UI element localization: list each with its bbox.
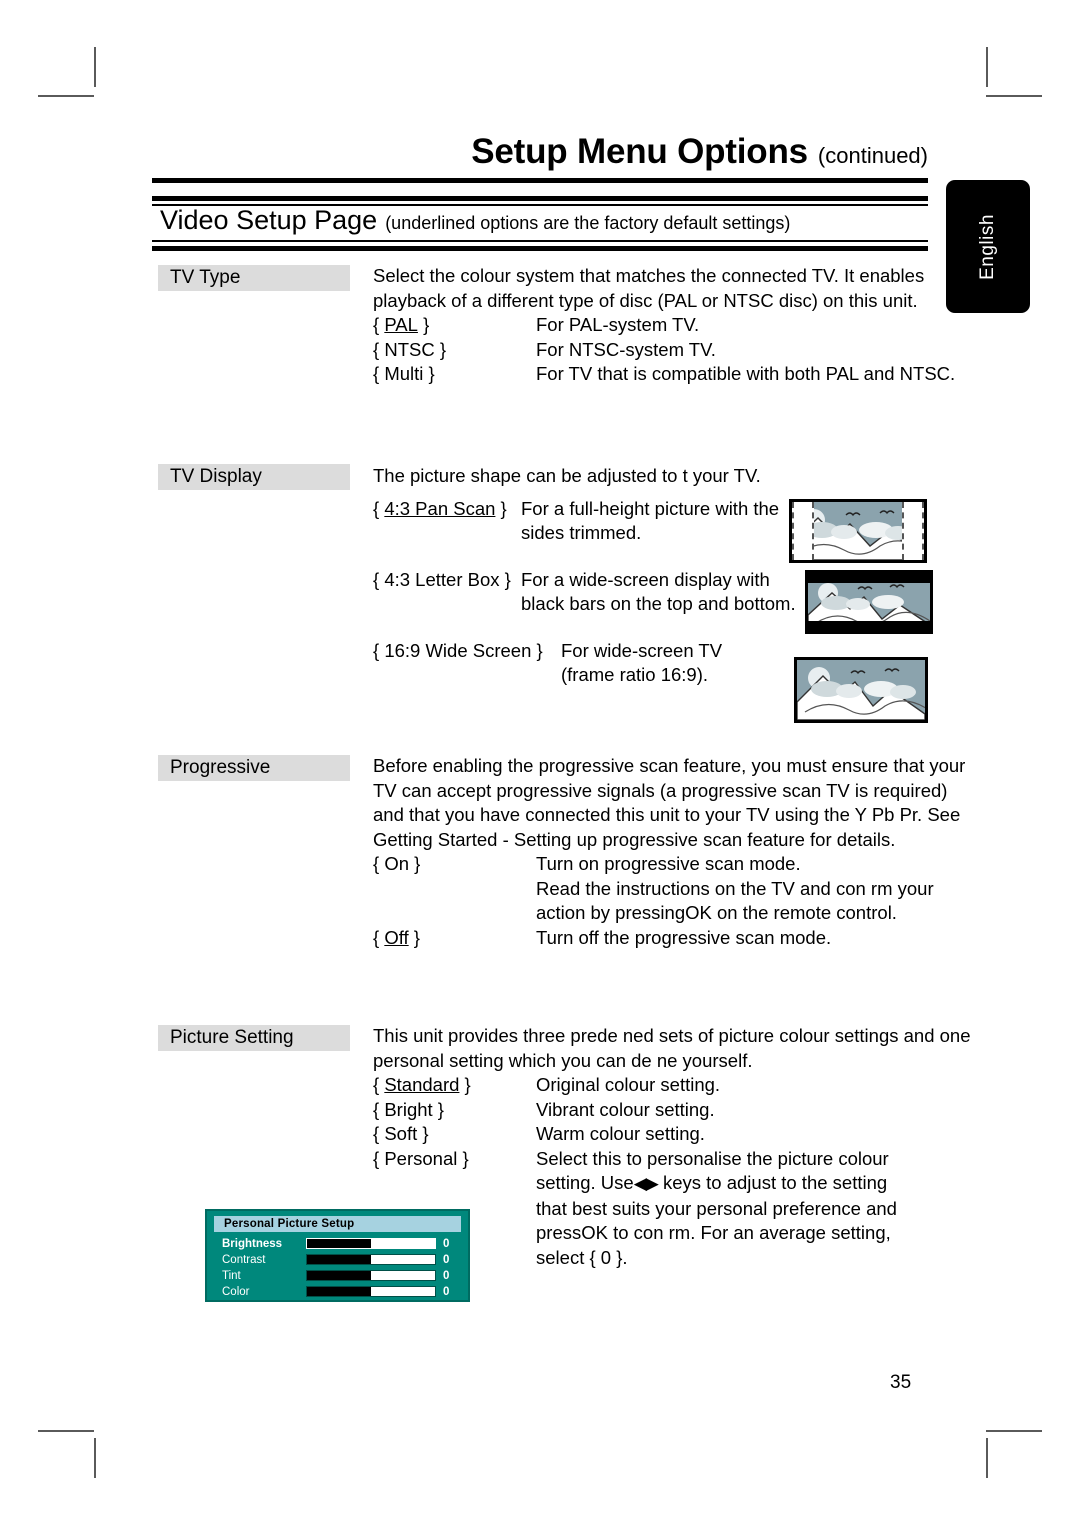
option-desc-soft: Warm colour setting. [536, 1123, 705, 1144]
personal-line-3: pressOK to con rm. For an average settin… [536, 1222, 891, 1243]
osd-row-tint[interactable]: Tint 0 [214, 1268, 461, 1283]
option-desc-standard: Original colour setting. [536, 1074, 721, 1095]
option-key-bright: { Bright } [373, 1098, 444, 1120]
crop-mark-bottom-right-vertical [986, 1438, 988, 1478]
option-desc-personal: Select this to personalise the picture c… [536, 1147, 889, 1169]
osd-slider-brightness[interactable] [306, 1238, 436, 1249]
option-row-bright: { Bright } Vibrant colour setting. [373, 1098, 973, 1123]
language-tab-label: English [977, 213, 998, 280]
personal-picture-setup-osd: Personal Picture Setup Brightness 0 Cont… [205, 1209, 470, 1302]
crop-mark-bottom-right-horizontal [986, 1430, 1042, 1432]
option-key-letter-box: { 4:3 Letter Box } [373, 568, 511, 590]
option-key-ntsc: { NTSC } [373, 338, 447, 360]
personal-line-1: setting. Use◀▶ keys to adjust to the set… [536, 1172, 888, 1193]
option-desc-off: Turn off the progressive scan mode. [536, 926, 832, 948]
personal-line-4: select { 0 }. [536, 1246, 628, 1268]
band-rule-bottom-thick [152, 246, 928, 251]
option-row-on: { On } Turn on progressive scan mode. [373, 852, 973, 877]
band-title-text: Video Setup Page [160, 205, 378, 235]
page-title-continued: (continued) [817, 143, 928, 168]
section-band-title: Video Setup Page (underlined options are … [160, 205, 790, 236]
crop-mark-bottom-left-horizontal [38, 1430, 94, 1432]
option-key-on: { On } [373, 853, 421, 874]
pan-scan-right-trim-marker [901, 502, 924, 560]
option-key-pal: { PAL } [373, 314, 430, 335]
osd-row-brightness[interactable]: Brightness 0 [214, 1236, 461, 1251]
osd-value-color: 0 [443, 1285, 450, 1298]
pan-scan-left-trim-marker [792, 502, 815, 560]
crop-mark-top-right-vertical [986, 47, 988, 87]
option-key-standard: { Standard } [373, 1074, 471, 1095]
osd-row-color[interactable]: Color 0 [214, 1284, 461, 1299]
option-desc-letter-box: For a wide-screen display with black bar… [521, 568, 796, 615]
tv-thumbnail-letter-box [805, 570, 933, 634]
progressive-intro: Before enabling the progressive scan fea… [373, 755, 966, 850]
crop-mark-bottom-left-vertical [94, 1438, 96, 1478]
option-desc-ntsc: For NTSC-system TV. [536, 338, 716, 360]
option-row-soft: { Soft } Warm colour setting. [373, 1122, 973, 1147]
progressive-on-extra: Read the instructions on the TV and con … [536, 877, 934, 924]
option-desc-bright: Vibrant colour setting. [536, 1098, 715, 1120]
title-rule [152, 178, 928, 183]
osd-slider-contrast[interactable] [306, 1254, 436, 1265]
crop-mark-top-right-horizontal [986, 95, 1042, 97]
option-desc-multi: For TV that is compatible with both PAL … [536, 363, 956, 384]
wide-screen-scene [797, 660, 925, 720]
option-row-personal: { Personal } Select this to personalise … [373, 1147, 973, 1172]
landscape-scene-icon [797, 660, 925, 720]
band-rule-top-thick [152, 196, 928, 201]
section-body-tv-type: Select the colour system that matches th… [373, 264, 973, 387]
option-key-wide-screen: { 16:9 Wide Screen } [373, 639, 543, 661]
osd-value-brightness: 0 [443, 1237, 450, 1250]
osd-label-color: Color [222, 1285, 250, 1298]
page-title-text: Setup Menu Options [471, 132, 808, 171]
manual-page: Setup Menu Options (continued) Video Setu… [0, 0, 1080, 1524]
osd-label-brightness: Brightness [222, 1237, 283, 1250]
band-title-note: (underlined options are the factory defa… [385, 213, 791, 233]
tv-thumbnail-wide-screen [794, 657, 928, 723]
picture-setting-intro: This unit provides three prede ned sets … [373, 1025, 971, 1071]
crop-mark-top-left-vertical [94, 47, 96, 87]
section-body-progressive: Before enabling the progressive scan fea… [373, 754, 973, 950]
option-key-multi: { Multi } [373, 363, 435, 384]
option-desc-pal: For PAL-system TV. [536, 314, 700, 335]
option-key-soft: { Soft } [373, 1123, 429, 1144]
osd-label-contrast: Contrast [222, 1253, 266, 1266]
letter-box-top-bar [808, 573, 930, 584]
option-row-ntsc: { NTSC } For NTSC-system TV. [373, 338, 973, 363]
option-row-standard: { Standard } Original colour setting. [373, 1073, 973, 1098]
osd-label-tint: Tint [222, 1269, 241, 1282]
option-row-multi: { Multi } For TV that is compatible with… [373, 362, 973, 387]
option-key-pan-scan: { 4:3 Pan Scan } [373, 497, 507, 519]
tv-display-intro: The picture shape can be adjusted to t y… [373, 465, 761, 486]
option-desc-wide-screen: For wide-screen TV (frame ratio 16:9). [561, 639, 723, 686]
option-key-off: { Off } [373, 926, 420, 948]
letter-box-bottom-bar [808, 620, 930, 631]
section-label-progressive: Progressive [158, 755, 350, 781]
tv-type-intro: Select the colour system that matches th… [373, 265, 925, 311]
option-row-pal: { PAL } For PAL-system TV. [373, 313, 973, 338]
page-number: 35 [890, 1372, 912, 1393]
osd-slider-color[interactable] [306, 1286, 436, 1297]
option-row-off: { Off } Turn off the progressive scan mo… [373, 926, 973, 951]
osd-slider-tint[interactable] [306, 1270, 436, 1281]
section-label-tv-display: TV Display [158, 464, 350, 490]
osd-value-tint: 0 [443, 1269, 450, 1282]
option-desc-pan-scan: For a full-height picture with the sides… [521, 497, 780, 544]
osd-value-contrast: 0 [443, 1253, 450, 1266]
personal-line-2: that best suits your personal preference… [536, 1197, 897, 1219]
band-rule-bottom-thin [152, 240, 928, 242]
section-label-picture-setting: Picture Setting [158, 1025, 350, 1051]
osd-title: Personal Picture Setup [214, 1216, 461, 1232]
option-key-personal: { Personal } [373, 1147, 469, 1169]
tv-thumbnail-pan-scan [789, 499, 927, 563]
section-label-tv-type: TV Type [158, 265, 350, 291]
osd-row-contrast[interactable]: Contrast 0 [214, 1252, 461, 1267]
page-title: Setup Menu Options (continued) [152, 132, 928, 172]
left-arrow-icon: ◀ [633, 1174, 647, 1193]
right-arrow-icon: ▶ [645, 1174, 659, 1193]
option-desc-on: Turn on progressive scan mode. [536, 853, 801, 874]
crop-mark-top-left-horizontal [38, 95, 94, 97]
